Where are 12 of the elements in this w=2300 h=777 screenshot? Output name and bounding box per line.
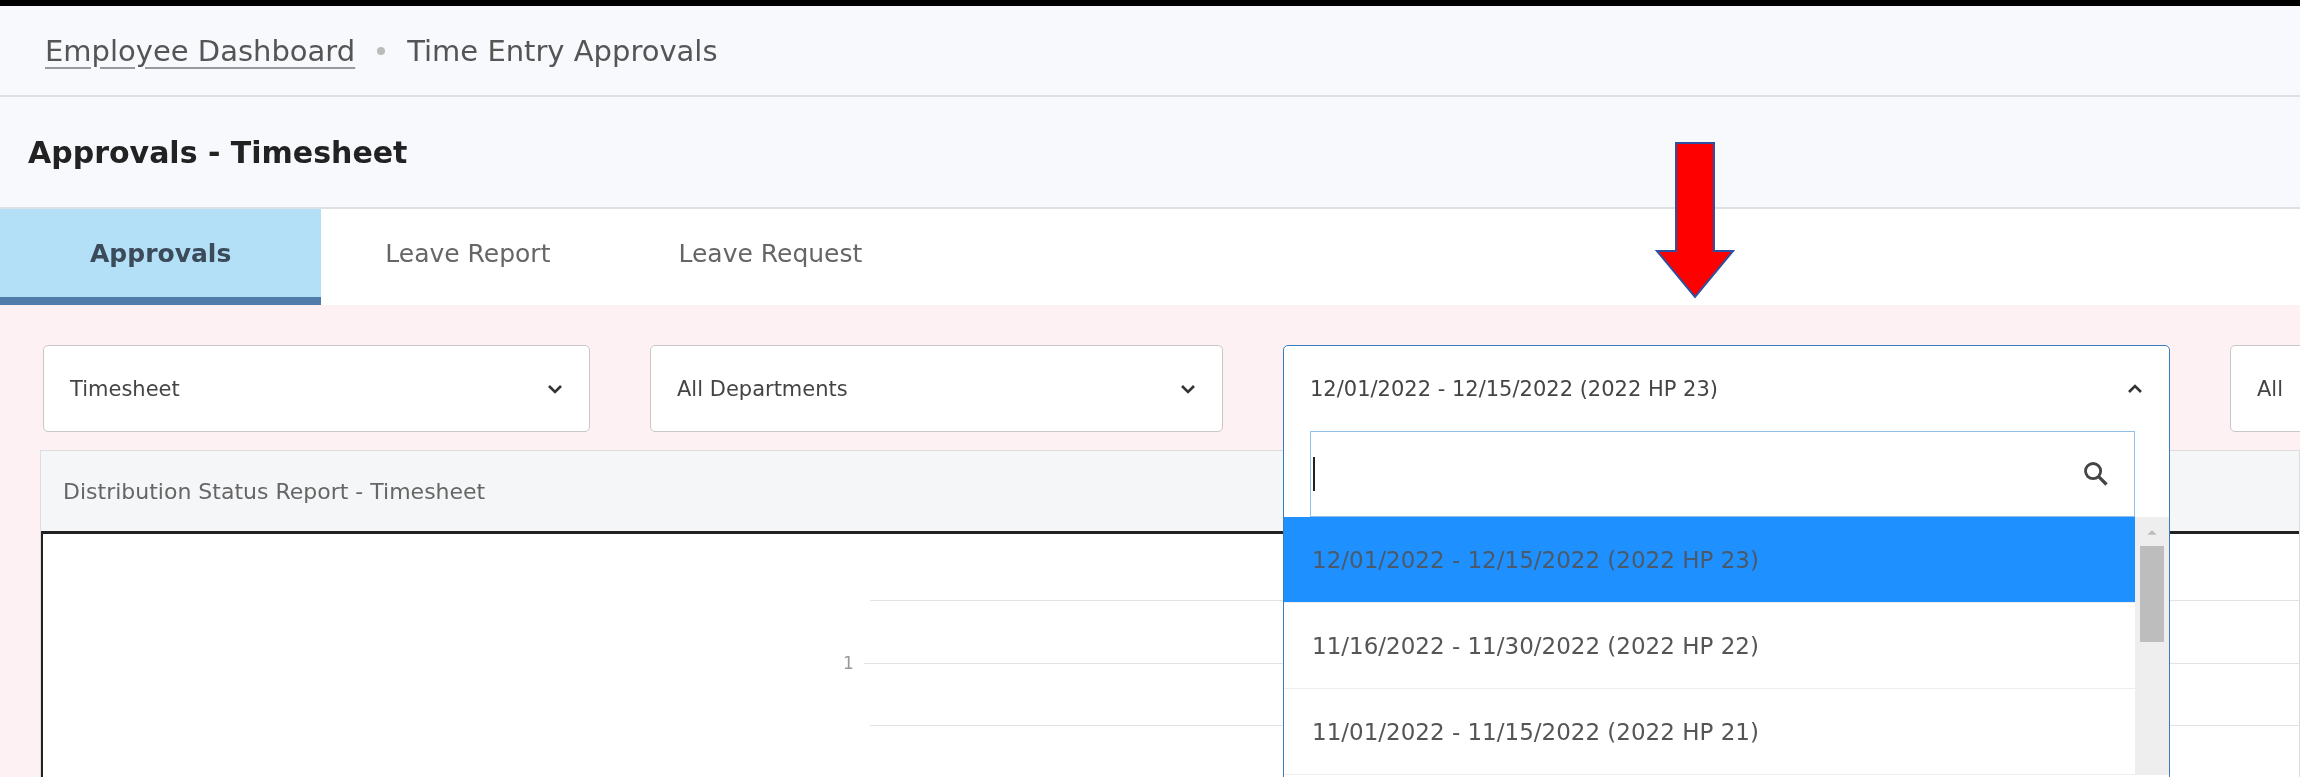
- breadcrumb-link[interactable]: Employee Dashboard: [45, 33, 356, 68]
- dropdown[interactable]: Timesheet: [43, 345, 590, 432]
- axis-tick-label: 1: [843, 653, 854, 673]
- breadcrumb-current: Time Entry Approvals: [407, 33, 718, 68]
- report-title: Distribution Status Report - Timesheet: [63, 478, 486, 504]
- dropdown-option[interactable]: 11/01/2022 - 11/15/2022 (2022 HP 21): [1284, 689, 2135, 775]
- dropdown[interactable]: 12/01/2022 - 12/15/2022 (2022 HP 23): [1283, 345, 2170, 432]
- tab[interactable]: Approvals: [0, 209, 322, 305]
- dropdown[interactable]: All: [2230, 345, 2300, 432]
- dropdown[interactable]: All Departments: [650, 345, 1223, 432]
- page-title: Approvals - Timesheet: [28, 134, 408, 170]
- dropdown-option[interactable]: 11/16/2022 - 11/30/2022 (2022 HP 22): [1284, 603, 2135, 689]
